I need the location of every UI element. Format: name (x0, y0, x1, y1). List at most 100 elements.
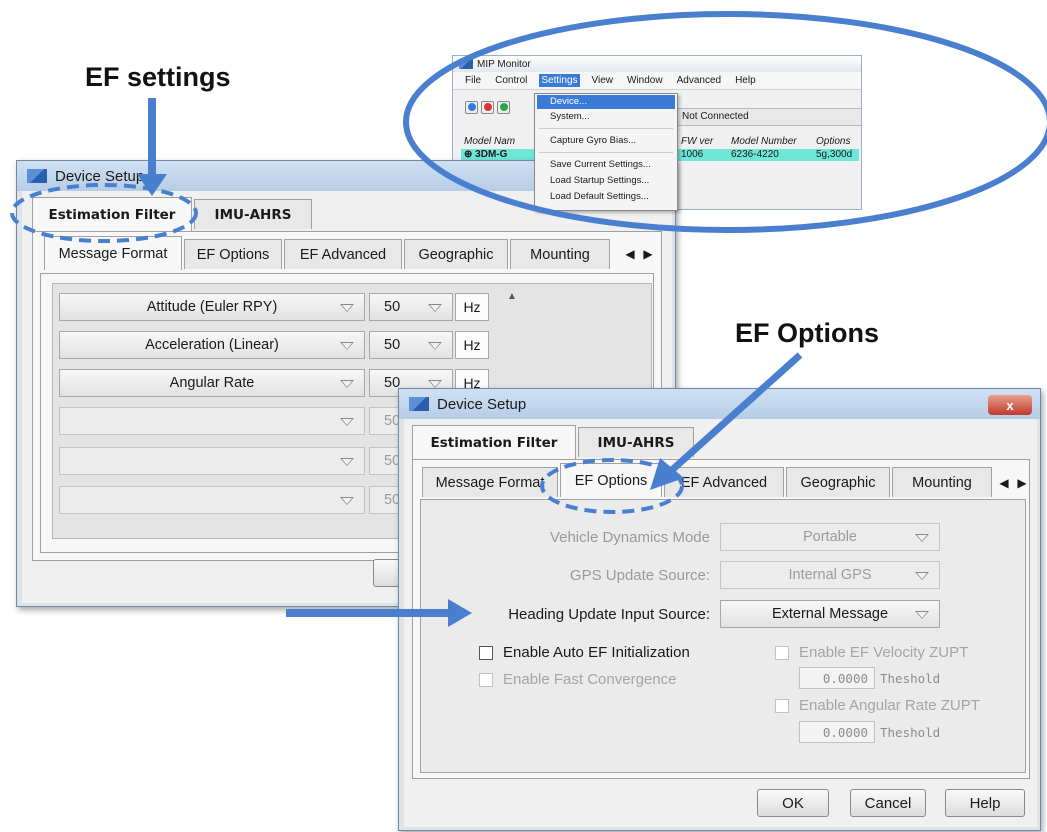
menu-view[interactable]: View (590, 74, 616, 87)
menu-item-device[interactable]: Device... (537, 95, 675, 109)
message-field-select[interactable] (59, 486, 365, 514)
dropdown-arrow-icon (340, 458, 354, 466)
settings-dropdown-menu: Device... System... Capture Gyro Bias...… (534, 93, 678, 211)
ok-button[interactable]: OK (757, 789, 829, 817)
heading-update-select[interactable]: External Message (720, 600, 940, 628)
tab-ef-advanced[interactable]: EF Advanced (284, 239, 402, 269)
dropdown-arrow-icon (428, 380, 442, 388)
tab-ef-options[interactable]: EF Options (184, 239, 282, 269)
vehicle-dynamics-label: Vehicle Dynamics Mode (549, 529, 710, 546)
cancel-button[interactable]: Cancel (850, 789, 926, 817)
angular-threshold-input[interactable]: 0.0000 (799, 721, 875, 743)
menu-item-load-default-settings[interactable]: Load Default Settings... (537, 190, 675, 204)
fast-convergence-checkbox[interactable]: Enable Fast Convergence (479, 671, 676, 688)
scroll-right-icon[interactable]: ▶ (640, 244, 656, 264)
gps-update-label: GPS Update Source: (569, 567, 710, 584)
menu-help[interactable]: Help (733, 74, 758, 87)
dialog-titlebar: Device Setup x (399, 389, 1040, 419)
column-fw-ver: FW ver (681, 136, 714, 147)
dropdown-arrow-icon (915, 611, 929, 619)
message-field-select[interactable]: Angular Rate (59, 369, 365, 397)
menu-item-save-current-settings[interactable]: Save Current Settings... (537, 158, 675, 172)
velocity-threshold-input[interactable]: 0.0000 (799, 667, 875, 689)
menu-settings[interactable]: Settings (539, 74, 580, 87)
rate-unit: Hz (455, 331, 489, 359)
refresh-icon[interactable] (465, 100, 478, 114)
dropdown-arrow-icon (340, 304, 354, 312)
dropdown-arrow-icon (340, 380, 354, 388)
angular-zupt-checkbox[interactable]: Enable Angular Rate ZUPT (775, 697, 980, 714)
connection-status: Not Connected (673, 108, 861, 126)
device-icon: ⊕ (464, 149, 476, 160)
scroll-up-icon[interactable]: ▲ (507, 291, 517, 302)
tab-estimation-filter[interactable]: Estimation Filter (32, 197, 192, 231)
help-button[interactable]: Help (945, 789, 1025, 817)
tab-geographic[interactable]: Geographic (404, 239, 508, 269)
tab-estimation-filter[interactable]: Estimation Filter (412, 425, 576, 459)
tab-imu-ahrs[interactable]: IMU-AHRS (578, 427, 694, 457)
tab-geographic[interactable]: Geographic (786, 467, 890, 497)
vehicle-dynamics-select[interactable]: Portable (720, 523, 940, 551)
rate-select[interactable]: 50 (369, 331, 453, 359)
menu-item-capture-gyro-bias[interactable]: Capture Gyro Bias... (537, 134, 675, 148)
dropdown-arrow-icon (428, 304, 442, 312)
menu-separator (539, 152, 673, 153)
tab-scroll: ◀ ▶ (622, 244, 656, 264)
menu-item-system[interactable]: System... (537, 110, 675, 124)
dropdown-arrow-icon (915, 572, 929, 580)
tab-scroll: ◀ ▶ (996, 473, 1030, 493)
auto-ef-init-checkbox[interactable]: Enable Auto EF Initialization (479, 644, 690, 661)
tab-message-format[interactable]: Message Format (44, 236, 182, 270)
rate-unit: Hz (455, 293, 489, 321)
checkbox-box (479, 645, 493, 660)
checkbox-box (775, 698, 789, 713)
mip-monitor-titlebar: MIP Monitor (453, 56, 861, 72)
ef-settings-annotation: EF settings (85, 62, 231, 92)
window-icon (459, 59, 473, 69)
message-field-select[interactable]: Attitude (Euler RPY) (59, 293, 365, 321)
tab-mounting[interactable]: Mounting (892, 467, 992, 497)
scroll-right-icon[interactable]: ▶ (1014, 473, 1030, 493)
mip-monitor-menubar: File Control Settings View Window Advanc… (453, 72, 861, 90)
heading-update-label: Heading Update Input Source: (508, 606, 710, 623)
device-setup-dialog-front: Device Setup x Estimation Filter IMU-AHR… (398, 388, 1041, 831)
checkbox-box (775, 645, 789, 660)
menu-control[interactable]: Control (493, 74, 529, 87)
tab-message-format[interactable]: Message Format (422, 467, 558, 497)
device-model-number: 6236-4220 (731, 149, 779, 160)
column-options: Options (816, 136, 851, 147)
velocity-threshold-label: Theshold (880, 671, 941, 686)
mip-monitor-title: MIP Monitor (477, 58, 531, 70)
tab-ef-advanced[interactable]: EF Advanced (664, 467, 784, 497)
dropdown-arrow-icon (915, 534, 929, 542)
window-icon (27, 169, 47, 183)
dropdown-arrow-icon (428, 342, 442, 350)
message-field-select[interactable] (59, 447, 365, 475)
tab-mounting[interactable]: Mounting (510, 239, 610, 269)
message-field-select[interactable]: Acceleration (Linear) (59, 331, 365, 359)
menu-separator (539, 128, 673, 129)
tab-imu-ahrs[interactable]: IMU-AHRS (194, 199, 312, 229)
connect-icon[interactable] (497, 100, 510, 114)
gps-update-select[interactable]: Internal GPS (720, 561, 940, 589)
ef-options-annotation: EF Options (735, 318, 879, 348)
dropdown-arrow-icon (340, 497, 354, 505)
menu-advanced[interactable]: Advanced (675, 74, 723, 87)
menu-item-load-startup-settings[interactable]: Load Startup Settings... (537, 174, 675, 188)
device-fw-ver: 1006 (681, 149, 704, 160)
scroll-left-icon[interactable]: ◀ (622, 244, 638, 264)
menu-file[interactable]: File (463, 74, 483, 87)
rate-select[interactable]: 50 (369, 293, 453, 321)
device-model-name: ⊕ 3DM-G (464, 149, 508, 160)
checkbox-box (479, 672, 493, 687)
menu-window[interactable]: Window (625, 74, 665, 87)
angular-threshold-label: Theshold (880, 725, 941, 740)
scroll-left-icon[interactable]: ◀ (996, 473, 1012, 493)
message-field-select[interactable] (59, 407, 365, 435)
velocity-zupt-checkbox[interactable]: Enable EF Velocity ZUPT (775, 644, 968, 661)
dropdown-arrow-icon (340, 418, 354, 426)
tab-ef-options[interactable]: EF Options (560, 463, 662, 497)
column-model-name: Model Nam (464, 136, 516, 147)
close-button[interactable]: x (988, 395, 1032, 415)
stop-icon[interactable] (481, 100, 494, 114)
